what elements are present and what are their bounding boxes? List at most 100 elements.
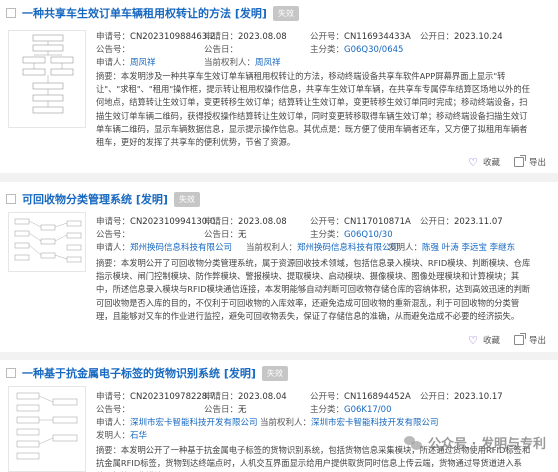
- pub-no: CN116894452A: [344, 392, 411, 402]
- patent-drawing-thumbnail[interactable]: [8, 386, 86, 472]
- applicant-label: 申请人：: [96, 58, 131, 68]
- abstract-text: 本发明公开了可回收物分类管理系统，属于资源回收技术领域，包括信息录入模块、RFI…: [96, 258, 531, 321]
- app-no: CN202310994130.0: [130, 217, 216, 227]
- heart-icon: ♡: [468, 155, 478, 169]
- result-card: 一种基于抗金属电子标签的货物识别系统 [发明] 失效 申请号：CN2023109…: [0, 360, 558, 472]
- pub-date: 2023.10.17: [454, 392, 503, 402]
- owner-link[interactable]: 郑州换码信息科技有限公司: [297, 243, 399, 253]
- favorite-button[interactable]: ♡ 收藏: [468, 155, 500, 169]
- select-checkbox[interactable]: [6, 8, 16, 18]
- owner-link[interactable]: 深圳市宏卡智能科技开发有限公司: [311, 418, 439, 428]
- card-actions: ♡ 收藏 导出: [468, 155, 546, 169]
- export-label: 导出: [528, 158, 546, 168]
- patent-drawing-thumbnail[interactable]: [8, 30, 86, 128]
- pub-date-label: 公开日：: [420, 32, 455, 42]
- result-title[interactable]: 一种共享车生效订单车辆租用权转让的方法 [发明]: [22, 5, 267, 21]
- result-title[interactable]: 一种基于抗金属电子标签的货物识别系统 [发明]: [22, 365, 256, 381]
- grant-no-label: 公告号：: [96, 405, 131, 415]
- export-icon: [513, 155, 526, 167]
- applicant-label: 申请人：: [96, 243, 131, 253]
- select-checkbox[interactable]: [6, 368, 16, 378]
- owner-label: 当前权利人：: [246, 243, 298, 253]
- result-card: 一种共享车生效订单车辆租用权转让的方法 [发明] 失效 申请号：CN202310…: [0, 0, 558, 173]
- applicant-label: 申请人：: [96, 418, 131, 428]
- ipc-label: 主分类：: [310, 230, 345, 240]
- select-checkbox[interactable]: [6, 194, 16, 204]
- abstract-label: 摘要：: [96, 445, 121, 455]
- abstract-text: 本发明涉及一种共享车生效订单车辆租用权转让的方法，移动终端设备共享车软件APP屏…: [96, 71, 530, 148]
- result-title-row: 一种基于抗金属电子标签的货物识别系统 [发明] 失效: [6, 365, 288, 381]
- app-date: 2023.08.08: [238, 217, 287, 227]
- inventor-label: 发明人：: [96, 431, 131, 441]
- grant-date-label: 公告日：: [204, 405, 239, 415]
- ipc-link[interactable]: G06K17/00: [344, 405, 391, 415]
- inventor-label: 发明人：: [388, 243, 423, 253]
- applicant-link[interactable]: 深圳市宏卡智能科技开发有限公司: [130, 418, 258, 428]
- app-no-label: 申请号：: [96, 32, 131, 42]
- result-title[interactable]: 可回收物分类管理系统 [发明]: [22, 191, 168, 207]
- favorite-label: 收藏: [482, 336, 500, 346]
- export-button[interactable]: 导出: [513, 155, 546, 168]
- app-date-label: 申请日：: [204, 32, 239, 42]
- owner-label: 当前权利人：: [260, 418, 312, 428]
- abstract: 摘要：本发明涉及一种共享车生效订单车辆租用权转让的方法，移动终端设备共享车软件A…: [96, 70, 532, 150]
- grant-date: 无: [238, 230, 247, 240]
- status-badge: 失效: [272, 5, 299, 21]
- applicant-link[interactable]: 周凤祥: [130, 58, 156, 68]
- abstract: 摘要：本发明公开了可回收物分类管理系统，属于资源回收技术领域，包括信息录入模块、…: [96, 257, 532, 337]
- grant-no-label: 公告号：: [96, 45, 131, 55]
- status-badge: 失效: [173, 191, 200, 207]
- app-date-label: 申请日：: [204, 392, 239, 402]
- export-button[interactable]: 导出: [513, 333, 546, 346]
- watermark-text: 公众号 · 发明与专利: [428, 437, 546, 452]
- flowchart-drawing: [22, 34, 74, 114]
- pub-date-label: 公开日：: [420, 392, 455, 402]
- app-no: CN202310978228.7: [130, 392, 216, 402]
- heart-icon: ♡: [468, 333, 478, 347]
- app-date: 2023.08.04: [238, 392, 287, 402]
- pub-no: CN116934433A: [344, 32, 411, 42]
- grant-date-label: 公告日：: [204, 230, 239, 240]
- app-no-label: 申请号：: [96, 392, 131, 402]
- result-card: 可回收物分类管理系统 [发明] 失效 申请号：CN202310994130.0 …: [0, 182, 558, 352]
- export-icon: [513, 333, 526, 345]
- result-title-row: 一种共享车生效订单车辆租用权转让的方法 [发明] 失效: [6, 5, 299, 21]
- inventor-link[interactable]: 石华: [130, 431, 147, 441]
- owner-link[interactable]: 周凤祥: [255, 58, 281, 68]
- inventor-link[interactable]: 陈强: [422, 243, 439, 253]
- abstract-label: 摘要：: [96, 258, 121, 268]
- pub-date-label: 公开日：: [420, 217, 455, 227]
- owner-label: 当前权利人：: [204, 58, 256, 68]
- applicant-link[interactable]: 郑州换码信息科技有限公司: [130, 243, 232, 253]
- wechat-icon: [404, 435, 422, 450]
- result-title-row: 可回收物分类管理系统 [发明] 失效: [6, 191, 200, 207]
- inventor-link[interactable]: 李继东: [490, 243, 516, 253]
- inventor-link[interactable]: 叶涛: [442, 243, 459, 253]
- abstract-label: 摘要：: [96, 71, 121, 81]
- app-no-label: 申请号：: [96, 217, 131, 227]
- grant-no-label: 公告号：: [96, 230, 131, 240]
- ipc-link[interactable]: G06Q30/0645: [344, 45, 403, 55]
- system-diagram-drawing: [16, 392, 78, 460]
- pub-no-label: 公开号：: [310, 392, 345, 402]
- wechat-watermark: 公众号 · 发明与专利: [404, 433, 546, 452]
- ipc-link[interactable]: G06Q10/30: [344, 230, 393, 240]
- patent-drawing-thumbnail[interactable]: [8, 212, 86, 272]
- favorite-button[interactable]: ♡ 收藏: [468, 333, 500, 347]
- favorite-label: 收藏: [482, 158, 500, 168]
- ipc-label: 主分类：: [310, 45, 345, 55]
- card-actions: ♡ 收藏 导出: [468, 333, 546, 347]
- block-diagram-drawing: [14, 218, 82, 263]
- inventor-link[interactable]: 李远宝: [461, 243, 487, 253]
- pub-no-label: 公开号：: [310, 217, 345, 227]
- ipc-label: 主分类：: [310, 405, 345, 415]
- status-badge: 失效: [261, 365, 288, 381]
- app-date: 2023.08.08: [238, 32, 287, 42]
- pub-date: 2023.11.07: [454, 217, 503, 227]
- pub-date: 2023.10.24: [454, 32, 503, 42]
- grant-date: 无: [238, 405, 247, 415]
- pub-no-label: 公开号：: [310, 32, 345, 42]
- app-no: CN202310988463.2: [130, 32, 216, 42]
- export-label: 导出: [528, 336, 546, 346]
- grant-date-label: 公告日：: [204, 45, 239, 55]
